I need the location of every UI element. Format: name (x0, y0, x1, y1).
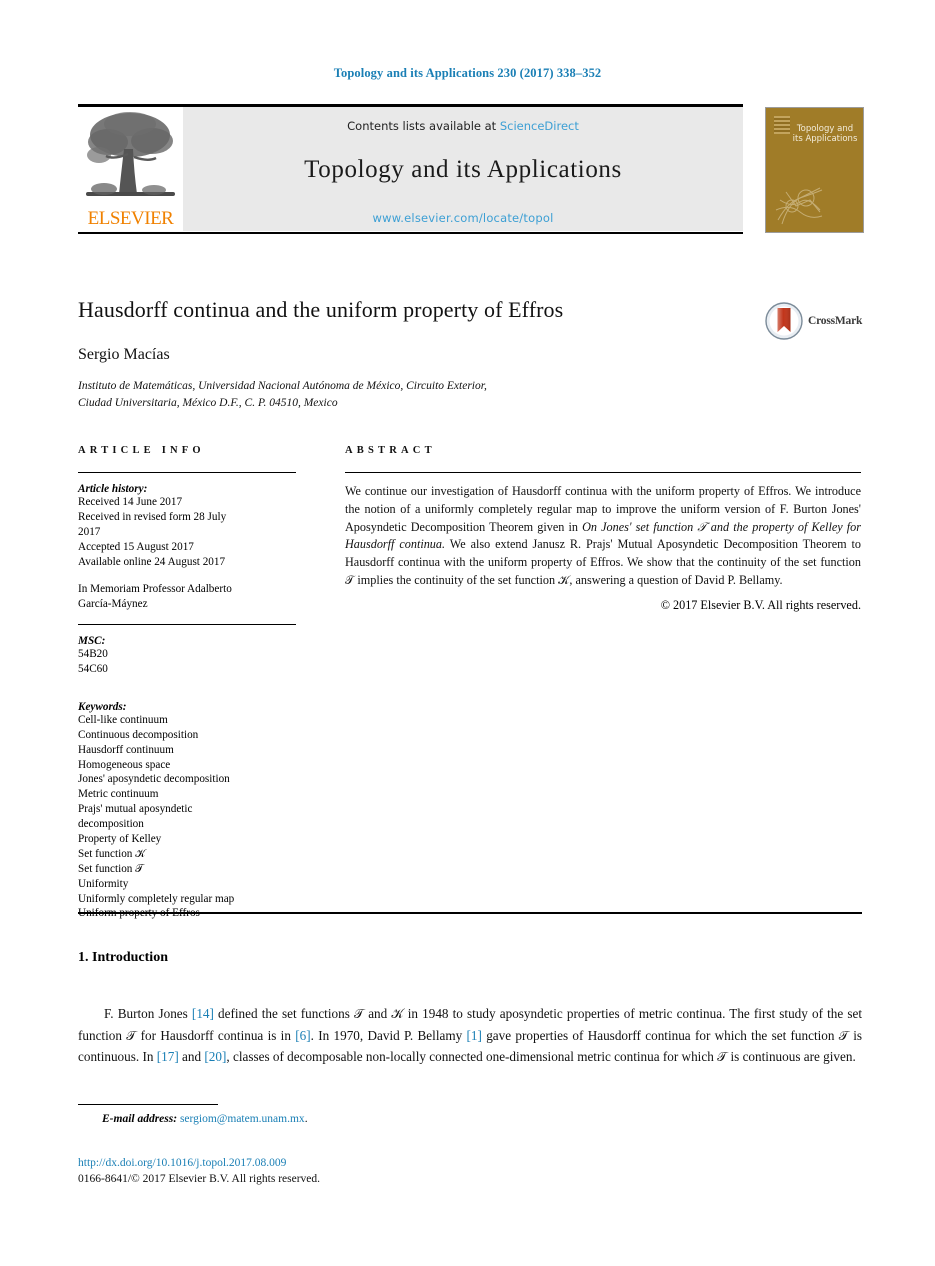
history-line: 2017 (78, 526, 101, 539)
crossmark-badge[interactable]: CrossMark (765, 300, 870, 342)
keyword-item: Set function 𝒦 (78, 847, 146, 860)
running-head: Topology and its Applications 230 (2017)… (333, 66, 602, 80)
contents-band: Contents lists available at ScienceDirec… (183, 107, 743, 231)
intro-text-e: and (178, 1048, 205, 1064)
keyword-item: Homogeneous space (78, 758, 171, 771)
footnote-email-line: E-mail address: sergiom@matem.unam.mx. (78, 1113, 308, 1125)
masthead-bottom-rule (78, 232, 743, 234)
keyword-item: Metric continuum (78, 788, 159, 801)
keyword-item: decomposition (78, 818, 144, 831)
crossmark-icon (765, 302, 803, 340)
abstract-text: We continue our investigation of Hausdor… (345, 483, 861, 589)
contents-available-line: Contents lists available at ScienceDirec… (183, 119, 743, 133)
citation-ref-6[interactable]: [6] (295, 1028, 310, 1043)
keywords-spacer (78, 689, 296, 701)
keyword-item: Hausdorff continuum (78, 743, 174, 756)
citation-ref-20[interactable]: [20] (204, 1049, 226, 1064)
keyword-item: Uniformity (78, 877, 129, 890)
paper-first-page: Topology and its Applications 230 (2017)… (0, 0, 935, 1266)
footnote-rule (78, 1104, 218, 1106)
contents-prefix-text: Contents lists available at (347, 119, 500, 133)
journal-title: Topology and its Applications (304, 156, 622, 183)
email-link[interactable]: sergiom@matem.unam.mx (180, 1113, 305, 1125)
elsevier-tree-icon (86, 112, 175, 196)
intro-text-c: . In 1970, David P. Bellamy (310, 1027, 467, 1043)
intro-text-f: , classes of decomposable non-locally co… (226, 1048, 856, 1064)
abstract-column: ABSTRACT We continue our investigation o… (345, 445, 861, 613)
citation-ref-14[interactable]: [14] (192, 1006, 214, 1021)
article-info-rule-top (78, 472, 296, 474)
sciencedirect-link[interactable]: ScienceDirect (500, 119, 579, 133)
history-line: Accepted 15 August 2017 (78, 540, 194, 553)
section-divider-rule (78, 912, 862, 914)
email-label: E-mail address: (102, 1113, 178, 1125)
article-history-block: Article history: Received 14 June 2017 R… (78, 483, 296, 569)
keyword-item: Set function 𝒯 (78, 862, 144, 875)
journal-cover-thumbnail: Topology and its Applications (765, 107, 864, 233)
affiliation-line-2: Ciudad Universitaria, México D.F., C. P.… (78, 396, 338, 409)
memoriam-line: García-Máynez (78, 597, 148, 610)
msc-code: 54C60 (78, 663, 108, 676)
keyword-item: Jones' aposyndetic decomposition (78, 773, 230, 786)
journal-homepage-link[interactable]: www.elsevier.com/locate/topol (183, 211, 743, 225)
msc-rule (78, 623, 296, 626)
history-line: Received in revised form 28 July (78, 511, 227, 524)
abstract-rule-top (345, 472, 861, 474)
cover-title-text: Topology and its Applications (792, 124, 858, 145)
msc-block: MSC: 54B20 54C60 (78, 635, 296, 677)
intro-text-a: F. Burton Jones (104, 1006, 192, 1022)
affiliation: Instituto de Matemáticas, Universidad Na… (78, 378, 698, 411)
keywords-block: Keywords: Cell-like continuum Continuous… (78, 701, 296, 921)
memoriam-block: In Memoriam Professor Adalberto García-M… (78, 582, 296, 612)
history-line: Available online 24 August 2017 (78, 555, 226, 568)
issn-copyright-line: 0166-8641/© 2017 Elsevier B.V. All right… (78, 1173, 321, 1185)
doi-link[interactable]: http://dx.doi.org/10.1016/j.topol.2017.0… (78, 1157, 286, 1169)
introduction-heading: 1. Introduction (78, 950, 168, 965)
citation-ref-1[interactable]: [1] (467, 1028, 482, 1043)
keyword-item: Prajs' mutual aposyndetic (78, 803, 193, 816)
elsevier-wordmark: ELSEVIER (87, 208, 174, 229)
page-title: Hausdorff continua and the uniform prope… (78, 297, 564, 322)
keywords-label: Keywords: (78, 700, 127, 713)
cover-elsevier-mini-icon (774, 116, 790, 134)
journal-masthead: ELSEVIER Contents lists available at Sci… (78, 107, 743, 231)
article-history-label: Article history: (78, 483, 148, 496)
msc-code: 54B20 (78, 648, 108, 661)
affiliation-line-1: Instituto de Matemáticas, Universidad Na… (78, 380, 487, 392)
article-info-column: ARTICLE INFO Article history: Received 1… (78, 445, 296, 921)
email-trailing-period: . (304, 1113, 308, 1125)
msc-label: MSC: (78, 635, 106, 648)
author-name: Sergio Macías (78, 346, 170, 363)
keyword-item: Cell-like continuum (78, 713, 168, 726)
keyword-item: Uniformly completely regular map (78, 892, 235, 905)
elsevier-logo: ELSEVIER (78, 107, 183, 231)
citation-ref-17[interactable]: [17] (157, 1049, 179, 1064)
keyword-item: Continuous decomposition (78, 728, 199, 741)
keyword-item: Uniform property of Effros (78, 906, 296, 921)
abstract-heading: ABSTRACT (345, 445, 436, 456)
cover-artwork-icon (775, 187, 823, 225)
article-info-heading: ARTICLE INFO (78, 445, 205, 456)
history-line: Received 14 June 2017 (78, 496, 183, 509)
crossmark-label: CrossMark (808, 315, 863, 327)
memoriam-line: In Memoriam Professor Adalberto (78, 582, 232, 595)
keyword-item: Property of Kelley (78, 833, 162, 846)
introduction-paragraph: F. Burton Jones [14] defined the set fun… (78, 1003, 862, 1067)
copyright-line: © 2017 Elsevier B.V. All rights reserved… (660, 598, 861, 613)
